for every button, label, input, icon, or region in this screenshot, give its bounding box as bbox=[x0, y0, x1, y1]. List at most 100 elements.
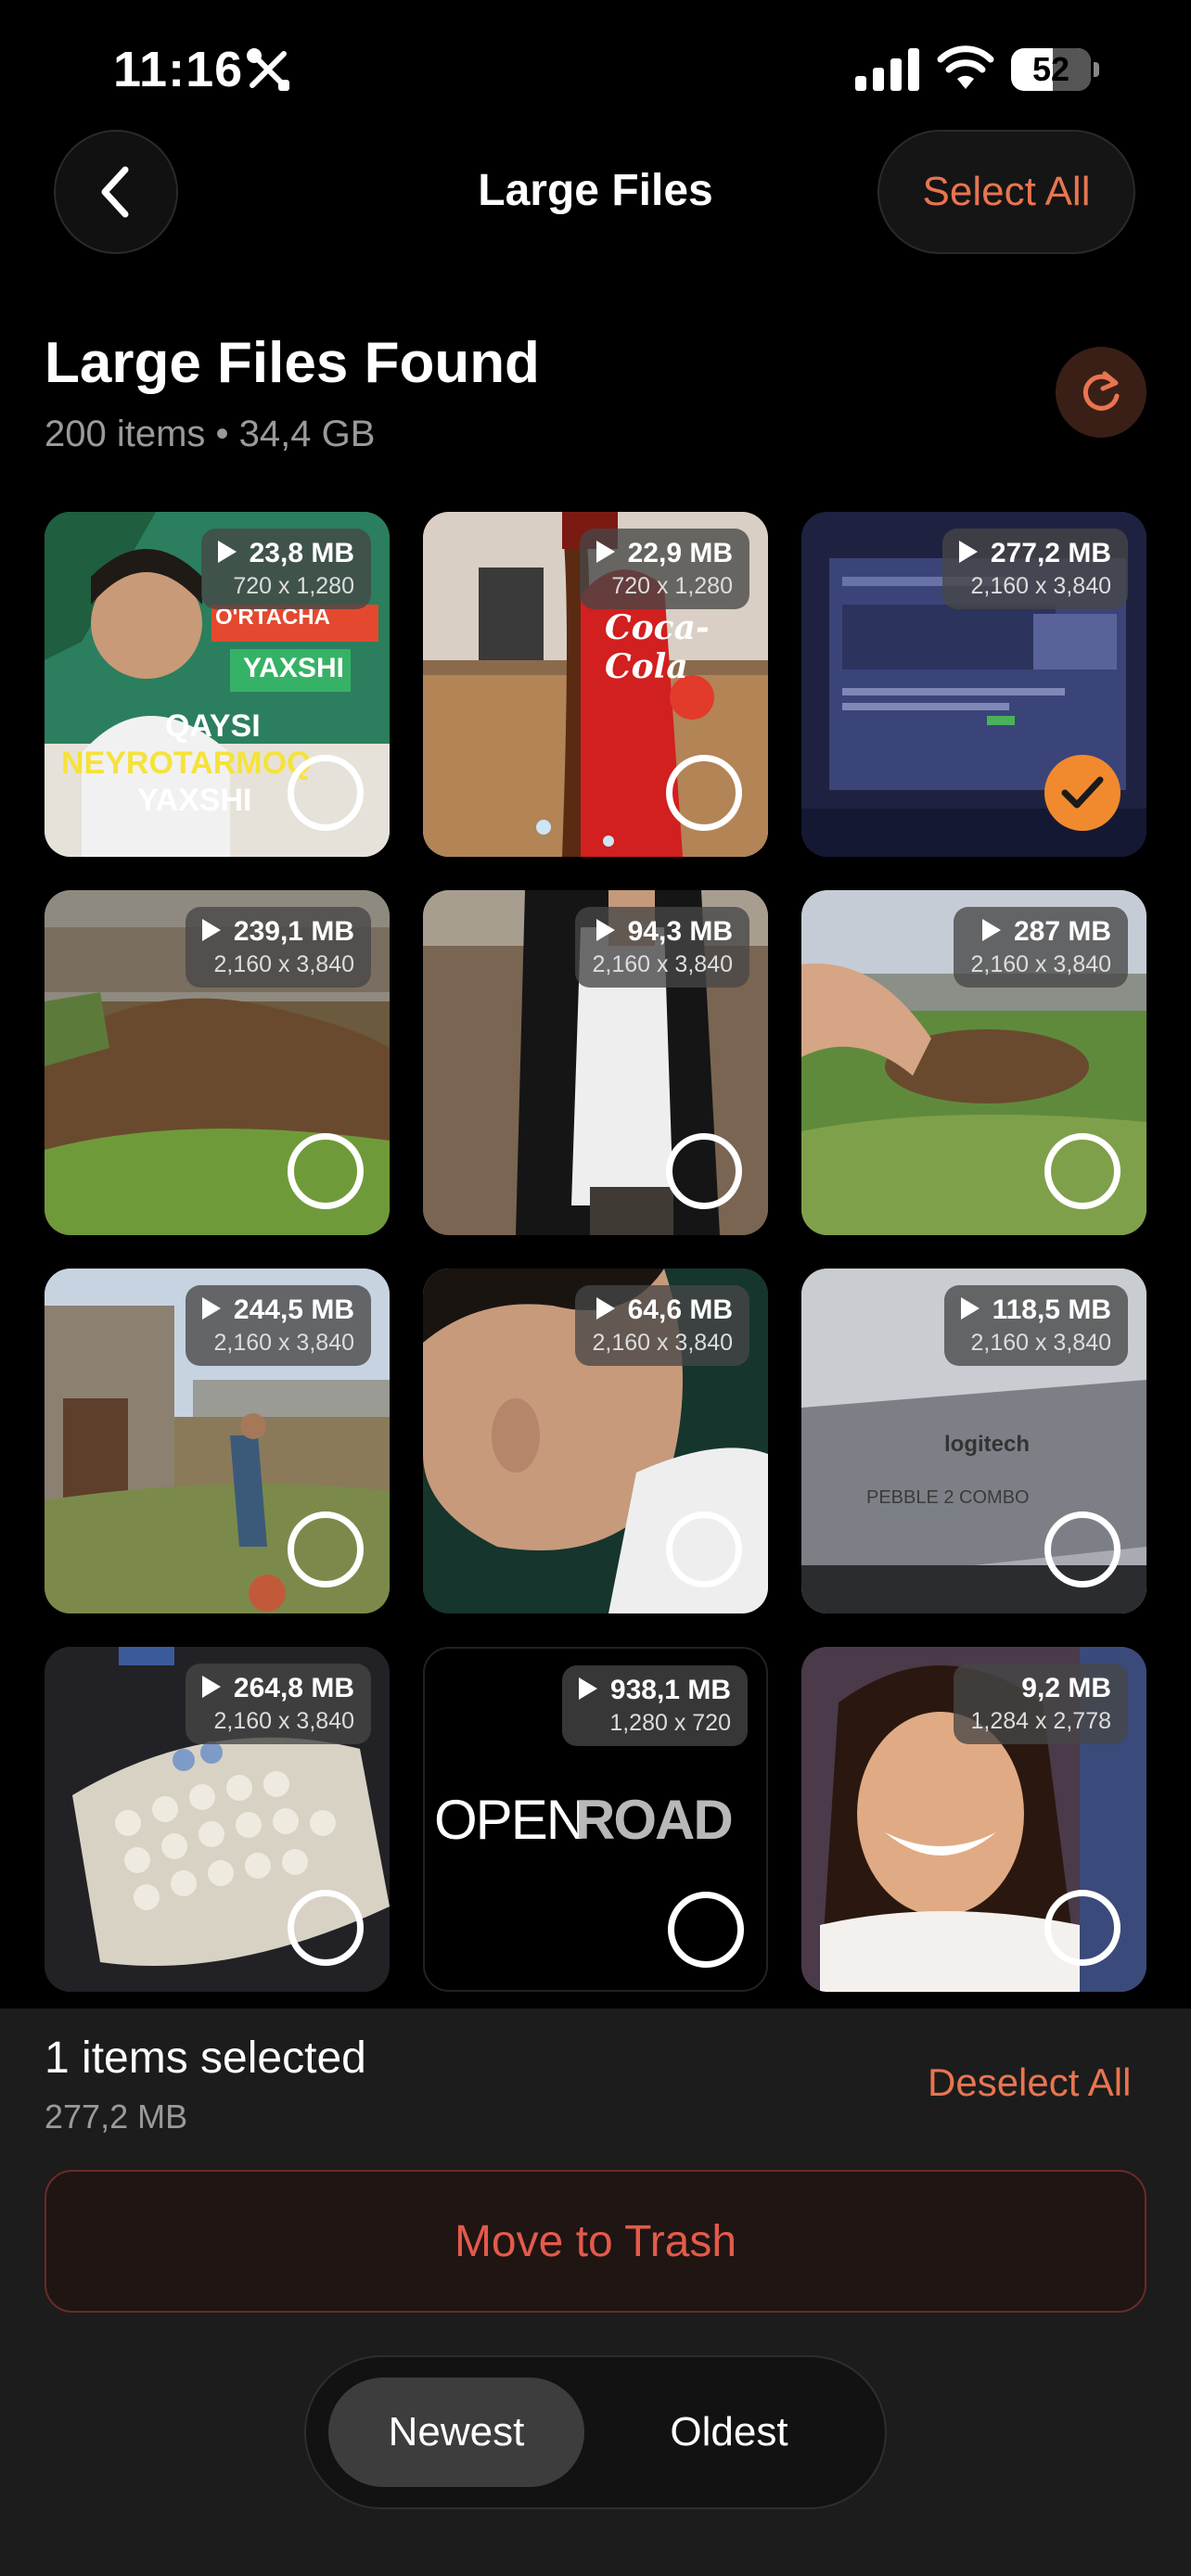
file-resolution: 2,160 x 3,840 bbox=[213, 1708, 354, 1734]
file-resolution: 2,160 x 3,840 bbox=[213, 951, 354, 977]
file-info-badge: 118,5 MB 2,160 x 3,840 bbox=[943, 1285, 1128, 1366]
file-size: 94,3 MB bbox=[627, 916, 733, 947]
file-info-badge: 287 MB 2,160 x 3,840 bbox=[954, 907, 1128, 988]
file-resolution: 2,160 x 3,840 bbox=[970, 1330, 1111, 1356]
battery-icon: 52 bbox=[1011, 48, 1100, 91]
file-tile[interactable]: 239,1 MB 2,160 x 3,840 bbox=[45, 890, 390, 1235]
file-resolution: 1,284 x 2,778 bbox=[970, 1708, 1111, 1734]
file-size: 938,1 MB bbox=[609, 1675, 731, 1705]
file-tile[interactable]: 277,2 MB 2,160 x 3,840 bbox=[801, 512, 1146, 857]
sort-segmented-control: Newest Oldest bbox=[304, 2355, 887, 2509]
file-tile[interactable]: Coca-Cola 22,9 MB 720 x 1,280 bbox=[423, 512, 768, 857]
tools-icon bbox=[247, 48, 289, 91]
select-all-button[interactable]: Select All bbox=[877, 130, 1135, 254]
select-checkbox[interactable] bbox=[666, 755, 742, 831]
select-checkbox[interactable] bbox=[288, 1133, 364, 1209]
file-info-badge: 23,8 MB 720 x 1,280 bbox=[200, 529, 371, 609]
file-info-badge: 264,8 MB 2,160 x 3,840 bbox=[185, 1664, 371, 1744]
deselect-all-button[interactable]: Deselect All bbox=[928, 2060, 1131, 2105]
file-size: 118,5 MB bbox=[992, 1294, 1111, 1325]
selected-size: 277,2 MB bbox=[45, 2098, 188, 2136]
sort-oldest-option[interactable]: Oldest bbox=[601, 2378, 857, 2487]
file-tile[interactable]: OPEN ROAD 938,1 MB 1,280 x 720 bbox=[423, 1647, 768, 1992]
select-checkbox[interactable] bbox=[666, 1133, 742, 1209]
status-time: 11:16 bbox=[113, 42, 244, 97]
file-grid: O'RTACHA YAXSHI QAYSI NEYROTARMOQ YAXSHI… bbox=[45, 512, 1146, 1992]
file-info-badge: 277,2 MB 2,160 x 3,840 bbox=[941, 529, 1128, 609]
battery-percent: 52 bbox=[1031, 50, 1070, 88]
file-tile[interactable]: 64,6 MB 2,160 x 3,840 bbox=[423, 1269, 768, 1613]
file-resolution: 2,160 x 3,840 bbox=[592, 951, 733, 977]
section-title: Large Files Found bbox=[45, 331, 540, 395]
play-icon bbox=[201, 1297, 221, 1320]
file-size: 23,8 MB bbox=[249, 538, 354, 568]
file-info-badge: 64,6 MB 2,160 x 3,840 bbox=[575, 1285, 749, 1366]
file-size: 244,5 MB bbox=[233, 1294, 354, 1325]
select-checkbox[interactable] bbox=[1044, 1133, 1121, 1209]
refresh-icon bbox=[1082, 371, 1120, 411]
file-tile[interactable]: 9,2 MB 1,284 x 2,778 bbox=[801, 1647, 1146, 1992]
thumbnail-text: PEBBLE 2 COMBO bbox=[866, 1487, 1030, 1508]
file-info-badge: 22,9 MB 720 x 1,280 bbox=[579, 529, 749, 609]
file-tile[interactable]: logitech PEBBLE 2 COMBO 118,5 MB 2,160 x… bbox=[801, 1269, 1146, 1613]
play-icon bbox=[596, 1297, 615, 1320]
file-info-badge: 244,5 MB 2,160 x 3,840 bbox=[185, 1285, 371, 1366]
move-to-trash-button[interactable]: Move to Trash bbox=[45, 2170, 1146, 2313]
sort-newest-option[interactable]: Newest bbox=[328, 2378, 584, 2487]
select-checkbox[interactable] bbox=[288, 1511, 364, 1588]
file-size: 264,8 MB bbox=[233, 1673, 354, 1703]
file-resolution: 720 x 1,280 bbox=[233, 573, 354, 599]
select-checkbox-checked[interactable] bbox=[1044, 755, 1121, 831]
file-info-badge: 938,1 MB 1,280 x 720 bbox=[561, 1665, 748, 1746]
file-resolution: 2,160 x 3,840 bbox=[592, 1330, 733, 1356]
file-size: 64,6 MB bbox=[627, 1294, 733, 1325]
file-resolution: 2,160 x 3,840 bbox=[970, 573, 1111, 599]
play-icon bbox=[960, 1297, 980, 1320]
thumbnail-text: logitech bbox=[944, 1432, 1031, 1457]
file-tile[interactable]: 94,3 MB 2,160 x 3,840 bbox=[423, 890, 768, 1235]
thumbnail-text: YAXSHI bbox=[137, 783, 252, 818]
thumbnail-text: NEYROTARMOQ bbox=[61, 746, 312, 781]
select-checkbox[interactable] bbox=[288, 1890, 364, 1966]
checkmark-icon bbox=[1061, 776, 1104, 809]
select-checkbox[interactable] bbox=[668, 1892, 744, 1968]
file-resolution: 2,160 x 3,840 bbox=[970, 951, 1111, 977]
file-size: 287 MB bbox=[1013, 916, 1111, 947]
play-icon bbox=[958, 541, 978, 563]
refresh-button[interactable] bbox=[1056, 347, 1146, 438]
wifi-icon bbox=[937, 45, 994, 89]
play-icon bbox=[578, 1677, 597, 1700]
file-info-badge: 94,3 MB 2,160 x 3,840 bbox=[575, 907, 749, 988]
play-icon bbox=[201, 919, 221, 941]
thumbnail-text: Coca-Cola bbox=[605, 608, 710, 686]
file-size: 277,2 MB bbox=[990, 538, 1111, 568]
file-tile[interactable]: 287 MB 2,160 x 3,840 bbox=[801, 890, 1146, 1235]
file-info-badge: 9,2 MB 1,284 x 2,778 bbox=[954, 1664, 1128, 1744]
file-size: 239,1 MB bbox=[233, 916, 354, 947]
file-tile[interactable]: O'RTACHA YAXSHI QAYSI NEYROTARMOQ YAXSHI… bbox=[45, 512, 390, 857]
play-icon bbox=[201, 1676, 221, 1698]
select-checkbox[interactable] bbox=[288, 755, 364, 831]
file-tile[interactable]: 244,5 MB 2,160 x 3,840 bbox=[45, 1269, 390, 1613]
play-icon bbox=[596, 541, 615, 563]
file-resolution: 2,160 x 3,840 bbox=[213, 1330, 354, 1356]
thumbnail-text: YAXSHI bbox=[243, 653, 344, 683]
play-icon bbox=[981, 919, 1001, 941]
thumbnail-text: QAYSI bbox=[165, 708, 261, 744]
section-subtitle: 200 items • 34,4 GB bbox=[45, 414, 376, 454]
select-checkbox[interactable] bbox=[666, 1511, 742, 1588]
select-checkbox[interactable] bbox=[1044, 1511, 1121, 1588]
status-bar: 11:16 52 bbox=[0, 0, 1191, 139]
select-checkbox[interactable] bbox=[1044, 1890, 1121, 1966]
play-icon bbox=[217, 541, 237, 563]
play-icon bbox=[596, 919, 615, 941]
file-resolution: 1,280 x 720 bbox=[609, 1710, 731, 1736]
thumbnail-text: ROAD bbox=[575, 1789, 734, 1851]
file-resolution: 720 x 1,280 bbox=[611, 573, 733, 599]
file-info-badge: 239,1 MB 2,160 x 3,840 bbox=[185, 907, 371, 988]
file-size: 22,9 MB bbox=[627, 538, 733, 568]
cellular-signal-icon bbox=[855, 48, 919, 91]
file-size: 9,2 MB bbox=[1021, 1673, 1111, 1703]
selected-count: 1 items selected bbox=[45, 2034, 366, 2083]
file-tile[interactable]: 264,8 MB 2,160 x 3,840 bbox=[45, 1647, 390, 1992]
